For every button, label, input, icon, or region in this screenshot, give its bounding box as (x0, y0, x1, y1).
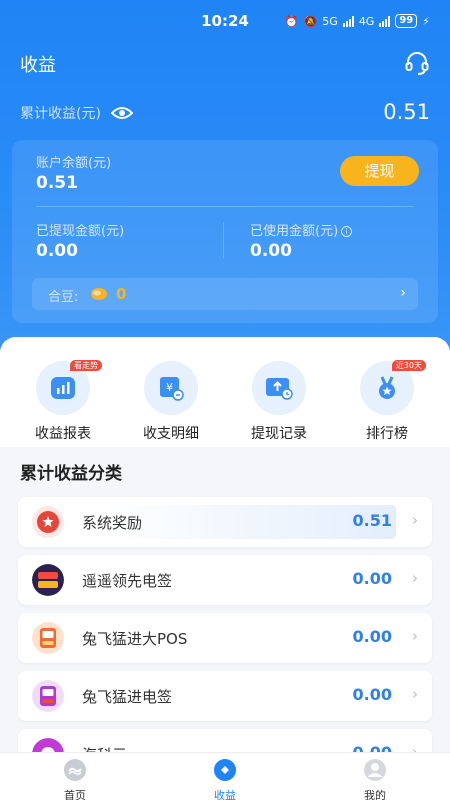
signal-icon (342, 15, 354, 27)
balance-label: 账户余额(元) (36, 156, 112, 171)
trend-tag: 看走势 (70, 360, 102, 371)
category-amount: 0.00 (352, 685, 392, 704)
nav-earnings[interactable]: 收益 (180, 758, 270, 800)
quick-action-label: 提现记录 (251, 426, 307, 442)
quick-action-icon-wrap: 看走势 (36, 360, 102, 415)
quick-action-income-details[interactable]: ¥ 收支明细 (121, 361, 221, 443)
quick-action-leaderboard[interactable]: 近30天 排行榜 (337, 360, 437, 443)
bottom-navigation: 首页 收益 我的 (0, 752, 450, 800)
status-bar: 10:24 ⏰ 🔕 5G 4G 99 ⚡ (0, 0, 450, 44)
withdrawn-value: 0.00 (36, 241, 78, 261)
withdraw-button[interactable]: 提现 (340, 156, 419, 186)
beans-row[interactable]: 合豆: 0 › (32, 278, 418, 310)
chevron-right-icon: › (400, 285, 406, 301)
card-divider (36, 206, 414, 207)
yuan-bill-icon: ¥ (160, 377, 184, 401)
nav-home[interactable]: 首页 (30, 758, 120, 800)
signal-icon-2 (379, 15, 391, 27)
bar-chart-icon (51, 377, 75, 399)
chevron-right-icon: › (412, 511, 418, 529)
headset-icon[interactable] (404, 50, 430, 76)
nav-label: 收益 (214, 789, 236, 800)
category-row-esign[interactable]: 兔飞猛进电签 0.00 › (18, 671, 432, 721)
category-row-system-reward[interactable]: 系统奖励 0.51 › (18, 497, 432, 547)
eye-icon[interactable] (110, 106, 133, 120)
balance-card: 账户余额(元) 0.51 提现 已提现金额(元) 0.00 已使用金额(元) i … (12, 140, 438, 323)
category-name: 兔飞猛进电签 (82, 688, 173, 706)
category-amount: 0.00 (352, 627, 392, 646)
reward-icon (32, 506, 64, 538)
battery-icon: 99 (395, 14, 418, 28)
category-name: 兔飞猛进大POS (82, 630, 188, 648)
product-logo-icon (32, 564, 64, 596)
svg-text:¥: ¥ (166, 381, 173, 394)
card-divider-vertical (223, 222, 224, 258)
chevron-right-icon: › (412, 685, 418, 703)
category-amount: 0.00 (352, 569, 392, 588)
cumulative-earnings-value: 0.51 (383, 100, 430, 124)
beans-value: 0 (116, 285, 127, 303)
mute-icon: 🔕 (303, 14, 318, 28)
earnings-icon (214, 759, 236, 781)
used-label-text: 已使用金额(元) (250, 224, 339, 239)
withdraw-record-icon (266, 378, 293, 400)
used-label: 已使用金额(元) i (250, 220, 353, 239)
network-label: 5G (322, 14, 338, 28)
nav-label: 我的 (364, 789, 386, 800)
charging-icon: ⚡ (422, 14, 430, 28)
category-name: 系统奖励 (82, 514, 143, 532)
info-icon[interactable]: i (341, 226, 353, 237)
quick-action-withdraw-records[interactable]: 提现记录 (229, 361, 329, 443)
status-icons: ⏰ 🔕 5G 4G 99 ⚡ (285, 14, 430, 28)
category-row-pos[interactable]: 兔飞猛进大POS 0.00 › (18, 613, 432, 663)
content-sheet: 看走势 收益报表 ¥ 收支明细 提现记录 近30天 排行榜 累计收益分类 系统奖… (0, 337, 450, 800)
section-title: 累计收益分类 (20, 464, 122, 484)
withdrawn-label: 已提现金额(元) (36, 224, 125, 239)
quick-action-label: 收支明细 (143, 426, 199, 442)
beans-label: 合豆: (48, 290, 79, 305)
quick-action-earnings-report[interactable]: 看走势 收益报表 (13, 360, 113, 443)
recent-tag: 近30天 (391, 360, 426, 371)
home-icon (64, 759, 86, 781)
quick-action-icon-wrap: 近30天 (360, 360, 426, 415)
quick-action-label: 收益报表 (35, 426, 91, 442)
cumulative-earnings-label: 累计收益(元) (20, 103, 133, 123)
quick-action-icon-wrap (252, 361, 306, 415)
chevron-right-icon: › (412, 627, 418, 645)
cumulative-earnings-text: 累计收益(元) (20, 106, 101, 122)
category-name: 遥遥领先电签 (82, 572, 173, 590)
network-label-2: 4G (358, 14, 375, 28)
quick-action-icon-wrap: ¥ (144, 361, 198, 415)
profile-icon (364, 759, 386, 781)
category-amount: 0.51 (352, 511, 392, 530)
bean-icon (91, 288, 107, 300)
chevron-right-icon: › (412, 569, 418, 587)
alarm-icon: ⏰ (284, 14, 299, 28)
medal-icon (379, 376, 395, 399)
nav-label: 首页 (64, 789, 86, 800)
quick-action-label: 排行榜 (366, 426, 408, 442)
used-value: 0.00 (250, 241, 292, 261)
page-title: 收益 (20, 55, 56, 76)
nav-mine[interactable]: 我的 (330, 758, 420, 800)
category-row-yaoyao[interactable]: 遥遥领先电签 0.00 › (18, 555, 432, 605)
balance-value: 0.51 (36, 173, 78, 193)
pos-terminal-icon (32, 622, 64, 654)
esign-terminal-icon (32, 680, 64, 712)
